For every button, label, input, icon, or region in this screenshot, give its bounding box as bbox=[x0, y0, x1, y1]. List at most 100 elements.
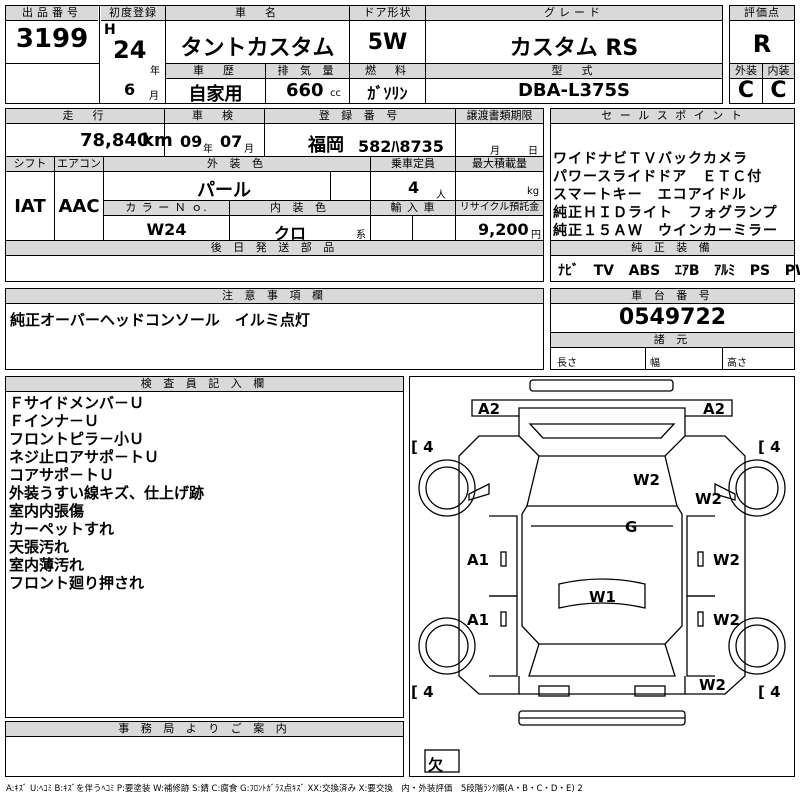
insp-month-unit: 月 bbox=[244, 144, 254, 155]
score-label: 評価点 bbox=[730, 6, 794, 21]
plate-label: 登 録 番 号 bbox=[265, 109, 455, 124]
tire-fl: [ 4 bbox=[411, 438, 434, 456]
fuel-label: 燃 料 bbox=[350, 64, 425, 79]
load-label: 最大積載量 bbox=[456, 157, 543, 172]
mark-g-windshield: G bbox=[625, 518, 638, 536]
inspector-line: 室内薄汚れ bbox=[9, 556, 85, 574]
equipment-item: ｱﾙﾐ bbox=[714, 263, 736, 279]
height-label: 高さ bbox=[727, 358, 747, 369]
inspector-line: 外装うすい線キズ、仕上げ跡 bbox=[9, 484, 205, 502]
tire-rr-value: 4 bbox=[770, 683, 781, 701]
grade-label: グレード bbox=[426, 6, 722, 21]
color-no-label: カ ラ ー Ｎ ｏ. bbox=[104, 201, 229, 216]
sales-line: パワースライドドア ＥＴＣ付 bbox=[553, 169, 763, 185]
sales-line: スマートキー エコアイドル bbox=[553, 187, 747, 203]
interior-label: 内 装 色 bbox=[230, 201, 370, 216]
spare-tire: 欠 bbox=[428, 756, 444, 774]
ac: AAC bbox=[58, 196, 100, 217]
transfer-label: 譲渡書類期限 bbox=[456, 109, 543, 124]
grade: カスタム RS bbox=[509, 36, 639, 61]
equipment-list: ﾅﾋﾞ TV ABS ｴｱB ｱﾙﾐ PS PW bbox=[558, 260, 800, 280]
recycle-unit: 円 bbox=[531, 230, 541, 241]
inspector-line: Ｆサイドメンバ－Ｕ bbox=[9, 394, 145, 412]
capacity-unit: 人 bbox=[436, 190, 446, 201]
inspector-label: 検 査 員 記 入 欄 bbox=[6, 377, 403, 392]
notes-text: 純正オーバーヘッドコンソール イルミ点灯 bbox=[10, 311, 310, 329]
office-label: 事 務 局 よ り ご 案 内 bbox=[6, 722, 403, 737]
mark-w2-rear-right: W2 bbox=[699, 676, 726, 694]
mark-w2-front-fender-right: W2 bbox=[695, 490, 722, 508]
tire-fr-value: 4 bbox=[770, 438, 781, 456]
recycle: 9,200 bbox=[478, 220, 529, 239]
history-label: 車 歴 bbox=[166, 64, 265, 79]
first-reg-label: 初度登録 bbox=[101, 6, 165, 21]
mark-w2-door-rear-right: W2 bbox=[713, 611, 740, 629]
color-label: 外 装 色 bbox=[104, 157, 370, 172]
insp-month: 07 bbox=[220, 132, 243, 151]
sales-line: ワイドナビＴＶバックカメラ bbox=[553, 151, 748, 167]
inspector-line: 室内内張傷 bbox=[9, 502, 85, 520]
tire-rl-value: 4 bbox=[423, 683, 434, 701]
reg-month-unit: 月 bbox=[149, 91, 159, 102]
plate-region: 福岡 bbox=[308, 135, 344, 156]
load-unit: kg bbox=[527, 186, 540, 197]
plate-number: 582ﾊ8735 bbox=[358, 137, 444, 156]
legend: A:ｷｽﾞ U:ﾍｺﾐ B:ｷｽﾞを伴うﾍｺﾐ P:要塗装 W:補修跡 S:錆 … bbox=[6, 784, 583, 794]
shift: IAT bbox=[14, 196, 46, 217]
notes-label: 注 意 事 項 欄 bbox=[6, 289, 543, 304]
mark-a1-door-rear-left: A1 bbox=[467, 611, 490, 629]
reg-year-unit: 年 bbox=[150, 66, 160, 77]
inspector-line: フロント廻り押され bbox=[9, 574, 145, 592]
ext-label: 外装 bbox=[730, 64, 762, 79]
inspector-line: Ｆインナ－Ｕ bbox=[9, 412, 100, 430]
inspector-line: カーペットすれ bbox=[9, 520, 115, 538]
equipment-item: TV bbox=[593, 263, 615, 279]
sales-point-label: セ ー ル ス ポ イ ン ト bbox=[551, 109, 794, 124]
length-label: 長さ bbox=[557, 358, 577, 369]
specs-label: 諸 元 bbox=[551, 333, 794, 348]
sales-line: 純正１５ＡＷ ウインカーミラー bbox=[553, 223, 778, 239]
equipment-item: PW bbox=[784, 263, 800, 279]
model-label: 型 式 bbox=[426, 64, 722, 79]
tire-rr: [ 4 bbox=[758, 683, 781, 701]
inspector-line: 天張汚れ bbox=[9, 538, 70, 556]
door-type: 5W bbox=[367, 30, 408, 55]
mileage-label: 走 行 bbox=[6, 109, 164, 124]
width-label: 幅 bbox=[650, 358, 660, 369]
displacement-label: 排 気 量 bbox=[266, 64, 349, 79]
capacity-label: 乗車定員 bbox=[371, 157, 455, 172]
later-parts-label: 後 日 発 送 部 品 bbox=[6, 241, 543, 256]
equipment-item: ﾅﾋﾞ bbox=[558, 263, 579, 279]
capacity: 4 bbox=[408, 178, 420, 197]
tire-fl-value: 4 bbox=[423, 438, 434, 456]
mileage: 78,840 bbox=[80, 130, 150, 151]
lot-label: 出品番号 bbox=[6, 6, 98, 21]
sales-line: 純正ＨＩＤライト フォグランプ bbox=[553, 205, 778, 221]
mark-a2-right: A2 bbox=[703, 400, 726, 418]
inspection-label: 車 検 bbox=[165, 109, 264, 124]
int-label: 内装 bbox=[763, 64, 794, 79]
inspector-lines: Ｆサイドメンバ－Ｕ Ｆインナ－Ｕ フロントピラ－小Ｕ ネジ止ロアサポ－トＵ コア… bbox=[9, 394, 204, 592]
tire-rl: [ 4 bbox=[411, 683, 434, 701]
ac-label: エアコン bbox=[55, 157, 103, 172]
inspector-line: フロントピラ－小Ｕ bbox=[9, 430, 145, 448]
fuel: ｶﾞｿﾘﾝ bbox=[367, 84, 408, 103]
tire-fr: [ 4 bbox=[758, 438, 781, 456]
mark-w1-roof: W1 bbox=[589, 588, 616, 606]
color: パール bbox=[197, 180, 251, 201]
door-label: ドア形状 bbox=[350, 6, 425, 21]
chassis-number: 0549722 bbox=[618, 305, 727, 330]
equipment-item: PS bbox=[749, 263, 771, 279]
inspector-line: ネジ止ロアサポ－トＵ bbox=[9, 448, 160, 466]
mark-w2-hood: W2 bbox=[633, 471, 660, 489]
import-label: 輸 入 車 bbox=[371, 201, 455, 216]
model: DBA-L375S bbox=[517, 80, 631, 101]
insp-year-unit: 年 bbox=[203, 144, 213, 155]
score: R bbox=[752, 30, 772, 58]
transfer-month: 月 bbox=[490, 146, 500, 157]
color-no: W24 bbox=[146, 220, 187, 239]
inspector-line: コアサポ－トＵ bbox=[9, 466, 115, 484]
shift-label: シフト bbox=[6, 157, 54, 172]
car-name: タントカスタム bbox=[180, 36, 335, 61]
equipment-item: ｴｱB bbox=[674, 263, 700, 279]
